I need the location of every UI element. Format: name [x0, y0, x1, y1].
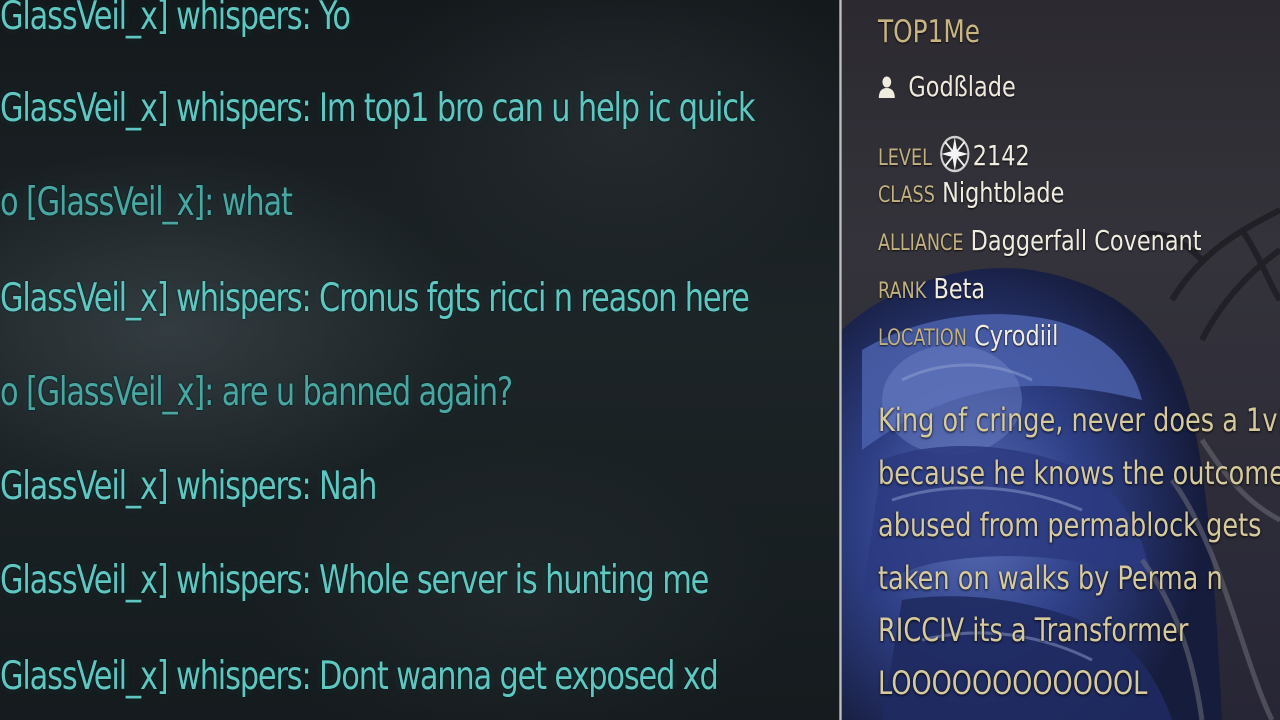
bio-line: RICCIV its a Transformer — [878, 611, 1189, 649]
location-value: Cyrodiil — [974, 319, 1059, 352]
bio-line: LOOOOOOOOOOOOL — [878, 663, 1148, 702]
champion-points-icon — [940, 135, 970, 173]
chat-verb: whispers: — [175, 0, 312, 39]
alliance-label: ALLIANCE — [878, 231, 964, 256]
location-row: LOCATION Cyrodiil — [878, 319, 1058, 352]
chat-message: Dont wanna get exposed xd — [319, 654, 719, 699]
chat-message: are u banned again? — [221, 370, 513, 415]
alliance-value: Daggerfall Covenant — [970, 224, 1202, 257]
bio-line: King of cringe, never does a 1v1 — [878, 401, 1280, 439]
screenshot-root: GlassVeil_x] whispers: Yo GlassVeil_x] w… — [0, 0, 1280, 720]
chat-speaker[interactable]: GlassVeil_x] — [0, 464, 169, 509]
chat-line-incoming: GlassVeil_x] whispers: Cronus fgts ricci… — [0, 276, 750, 321]
rank-label: RANK — [878, 279, 927, 304]
bio-line: because he knows the outcome, — [878, 453, 1280, 492]
chat-message: Cronus fgts ricci n reason here — [319, 276, 750, 321]
player-info-panel: TOP1Me Godßlade LEVEL 2142 CLASS Nightbl… — [842, 0, 1280, 720]
chat-verb: whispers: — [175, 654, 312, 699]
level-label: LEVEL — [878, 146, 932, 171]
level-value: 2142 — [972, 139, 1030, 172]
chat-message: Im top1 bro can u help ic quick — [319, 86, 755, 131]
chat-message: Yo — [319, 0, 351, 39]
location-label: LOCATION — [878, 326, 967, 351]
character-name: TOP1Me — [878, 14, 981, 50]
account-name[interactable]: Godßlade — [908, 70, 1015, 103]
chat-message: Whole server is hunting me — [319, 558, 709, 603]
chat-line-incoming: GlassVeil_x] whispers: Im top1 bro can u… — [0, 86, 755, 131]
chat-speaker[interactable]: GlassVeil_x] — [0, 558, 169, 603]
class-label: CLASS — [878, 183, 935, 208]
chat-message: what — [221, 180, 293, 225]
chat-speaker[interactable]: GlassVeil_x] — [0, 276, 169, 321]
bio-line: taken on walks by Perma n — [878, 558, 1223, 597]
chat-line-incoming: GlassVeil_x] whispers: Yo — [0, 0, 351, 39]
chat-verb: whispers: — [175, 558, 312, 603]
rank-row: RANK Beta — [878, 272, 985, 305]
bio-line: abused from permablock gets — [878, 506, 1262, 544]
chat-speaker[interactable]: GlassVeil_x] — [0, 654, 169, 699]
chat-speaker[interactable]: GlassVeil_x] — [0, 0, 169, 39]
level-row: LEVEL 2142 — [878, 125, 1030, 173]
chat-recipient[interactable]: o [GlassVeil_x]: — [0, 370, 214, 415]
chat-line-incoming: GlassVeil_x] whispers: Dont wanna get ex… — [0, 654, 719, 699]
class-row: CLASS Nightblade — [878, 176, 1064, 209]
chat-line-outgoing: o [GlassVeil_x]: what — [0, 180, 293, 225]
chat-line-outgoing: o [GlassVeil_x]: are u banned again? — [0, 370, 513, 415]
account-row: Godßlade — [878, 70, 1016, 103]
chat-verb: whispers: — [175, 276, 312, 321]
chat-speaker[interactable]: GlassVeil_x] — [0, 86, 169, 131]
player-bio: King of cringe, never does a 1v1 because… — [878, 394, 1280, 709]
class-value: Nightblade — [942, 176, 1065, 209]
rank-value: Beta — [933, 272, 986, 305]
chat-recipient[interactable]: o [GlassVeil_x]: — [0, 180, 214, 225]
chat-verb: whispers: — [175, 86, 312, 131]
chat-message: Nah — [319, 464, 377, 509]
chat-line-incoming: GlassVeil_x] whispers: Nah — [0, 464, 377, 509]
person-icon — [878, 76, 895, 98]
chat-line-incoming: GlassVeil_x] whispers: Whole server is h… — [0, 558, 709, 603]
chat-verb: whispers: — [175, 464, 312, 509]
chat-panel: GlassVeil_x] whispers: Yo GlassVeil_x] w… — [0, 0, 840, 720]
alliance-row: ALLIANCE Daggerfall Covenant — [878, 224, 1202, 257]
